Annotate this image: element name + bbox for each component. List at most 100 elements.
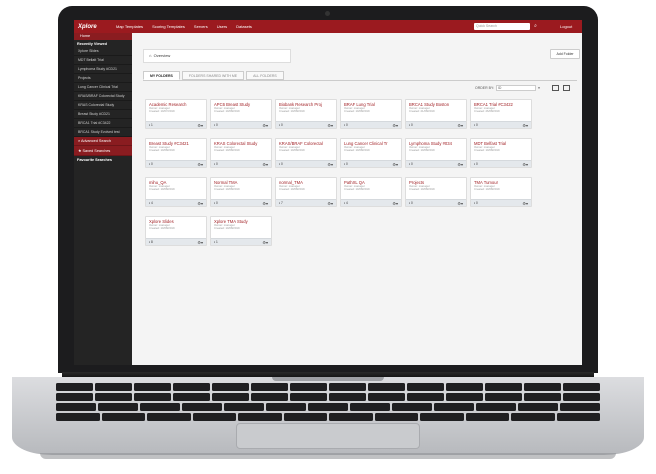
grid-view-icon[interactable] [552,85,559,91]
folder-created: Created: 10/08/2019 [279,187,305,192]
gear-icon[interactable]: ⚙▾ [457,162,463,167]
folder-created: Created: 10/08/2019 [279,109,305,114]
folder-footer: ▪ 0 ⚙▾ [276,160,336,167]
key [173,393,210,401]
nav-datasets[interactable]: Datasets [236,24,252,29]
sidebar-item[interactable]: Lung Cancer Clinical Trial [74,83,132,92]
tab-folders-shared[interactable]: FOLDERS SHARED WITH ME [181,71,245,80]
gear-icon[interactable]: ⚙▾ [262,162,268,167]
sidebar-item[interactable]: KRAS/BRAF Colorectal Study [74,92,132,101]
order-by-select[interactable]: ID [496,85,537,91]
gear-icon[interactable]: ⚙▾ [197,162,203,167]
folder-card[interactable]: Lung Cancer Clinical Tr Owner: manager Cre… [340,138,402,168]
folder-footer: ▪ 0 ⚙▾ [341,121,401,128]
gear-icon[interactable]: ⚙▾ [262,201,268,206]
gear-icon[interactable]: ⚙▾ [522,162,528,167]
folder-card[interactable]: Xplore TMA Study Owner: manager Created: 1… [210,216,272,246]
nav-servers[interactable]: Servers [194,24,208,29]
saved-searches-link[interactable]: ★ Saved Searches [74,146,132,156]
breadcrumb-label[interactable]: Overview [154,53,171,58]
gear-icon[interactable]: ⚙▾ [392,123,398,128]
nav-users[interactable]: Users [217,24,227,29]
folder-created: Created: 26/08/2019 [474,109,500,114]
folder-card[interactable]: TMA Tumour Owner: manager Created: 10/08/2… [470,177,532,207]
list-view-icon[interactable] [563,85,570,91]
folder-footer: ▪ 0 ⚙▾ [276,121,336,128]
gear-icon[interactable]: ⚙▾ [457,201,463,206]
folder-icon: ▪ [149,162,151,166]
sidebar-item[interactable]: MDT Bellatt Trial [74,56,132,65]
folder-card[interactable]: Academic Research Owner: manager Created: … [145,99,207,129]
folder-footer: ▪ 0 ⚙▾ [211,160,271,167]
key [134,393,171,401]
sidebar-item[interactable]: BRCA1 Study Evolved test [74,128,132,137]
sidebar-item[interactable]: Lymphoma Study #CD21 [74,65,132,74]
folder-card[interactable]: BRCA1 Study Boston Owner: manager Created:… [405,99,467,129]
search-icon[interactable]: ⌕ [532,23,539,30]
folder-count: ▪ 0 [409,162,413,166]
folder-card[interactable]: APC6 Breast Study Owner: manager Created: … [210,99,272,129]
gear-icon[interactable]: ⚙▾ [327,201,333,206]
folder-count: ▪ 0 [344,123,348,127]
folder-count-value: 0 [411,162,413,166]
sidebar-item[interactable]: BRCA1 Trial #C3422 [74,119,132,128]
gear-icon[interactable]: ⚙▾ [197,240,203,245]
gear-icon[interactable]: ⚙▾ [392,201,398,206]
folder-card[interactable]: Normal TMA Owner: manager Created: 10/08/2… [210,177,272,207]
gear-icon[interactable]: ⚙▾ [457,123,463,128]
folder-icon: ▪ [149,240,151,244]
nav-map-templates[interactable]: Map Templates [116,24,143,29]
sidebar-item[interactable]: Projects [74,74,132,83]
folder-count: ▪ 0 [409,201,413,205]
sidebar-home[interactable]: Home [74,33,132,40]
gear-icon[interactable]: ⚙▾ [522,123,528,128]
folder-card[interactable]: KRAS/BRAF Colorectal Owner: manager Create… [275,138,337,168]
add-folder-button[interactable]: Add Folder [550,49,580,59]
folder-created: Created: 10/08/2019 [214,187,240,192]
folder-card[interactable]: Biobank Research Proj Owner: manager Creat… [275,99,337,129]
gear-icon[interactable]: ⚙▾ [262,240,268,245]
sidebar-item[interactable]: KRAS Colorectal Study [74,101,132,110]
folder-icon: ▪ [344,201,346,205]
folder-card[interactable]: Projects Owner: manager Created: 10/08/201… [405,177,467,207]
sidebar-item[interactable]: Xplore Slides [74,47,132,56]
folder-card[interactable]: BRCA1 Trial #C3422 Owner: manager Created:… [470,99,532,129]
sidebar-item[interactable]: Breast Study #CD21 [74,110,132,119]
gear-icon[interactable]: ⚙▾ [392,162,398,167]
advanced-search-link[interactable]: ⌕ Advanced Search [74,137,132,146]
key [434,403,474,411]
folder-footer: ▪ 0 ⚙▾ [406,199,466,206]
folder-count-value: 1 [216,240,218,244]
key [95,393,132,401]
quick-search-input[interactable]: Quick Search [474,23,530,30]
folder-footer: ▪ 0 ⚙▾ [471,160,531,167]
folder-card[interactable]: MDT Belfast Trial Owner: manager Created: … [470,138,532,168]
app-logo[interactable]: Xplore [74,24,110,30]
gear-icon[interactable]: ⚙▾ [262,123,268,128]
folder-card[interactable]: Xplore Slides Owner: manager Created: 10/0… [145,216,207,246]
gear-icon[interactable]: ⚙▾ [197,123,203,128]
folder-count: ▪ 0 [149,162,153,166]
camera [325,11,330,16]
folder-card[interactable]: Lymphoma Study #034 Owner: manager Created… [405,138,467,168]
folder-card[interactable]: mihu_QA Owner: manager Created: 10/08/2019… [145,177,207,207]
folder-card[interactable]: KRAS Colorectal Study Owner: manager Creat… [210,138,272,168]
logout-link[interactable]: Logout [560,20,572,33]
folder-count: ▪ 0 [409,123,413,127]
folder-footer: ▪ 0 ⚙▾ [406,121,466,128]
folder-card[interactable]: Breast Study #C3421 Owner: manager Created… [145,138,207,168]
folder-card[interactable]: BRAF Lung Trial Owner: manager Created: 10… [340,99,402,129]
folder-card[interactable]: PathXL QA Owner: manager Created: 10/08/20… [340,177,402,207]
folder-count: ▪ 0 [474,162,478,166]
gear-icon[interactable]: ⚙▾ [327,162,333,167]
nav-scoring-templates[interactable]: Scoring Templates [152,24,185,29]
key [224,403,264,411]
gear-icon[interactable]: ⚙▾ [522,201,528,206]
tab-all-folders[interactable]: ALL FOLDERS [246,71,284,80]
key [350,403,390,411]
folder-icon: ▪ [279,123,281,127]
tab-my-folders[interactable]: MY FOLDERS [143,71,180,80]
folder-card[interactable]: normal_TMA Owner: manager Created: 10/08/2… [275,177,337,207]
gear-icon[interactable]: ⚙▾ [197,201,203,206]
gear-icon[interactable]: ⚙▾ [327,123,333,128]
